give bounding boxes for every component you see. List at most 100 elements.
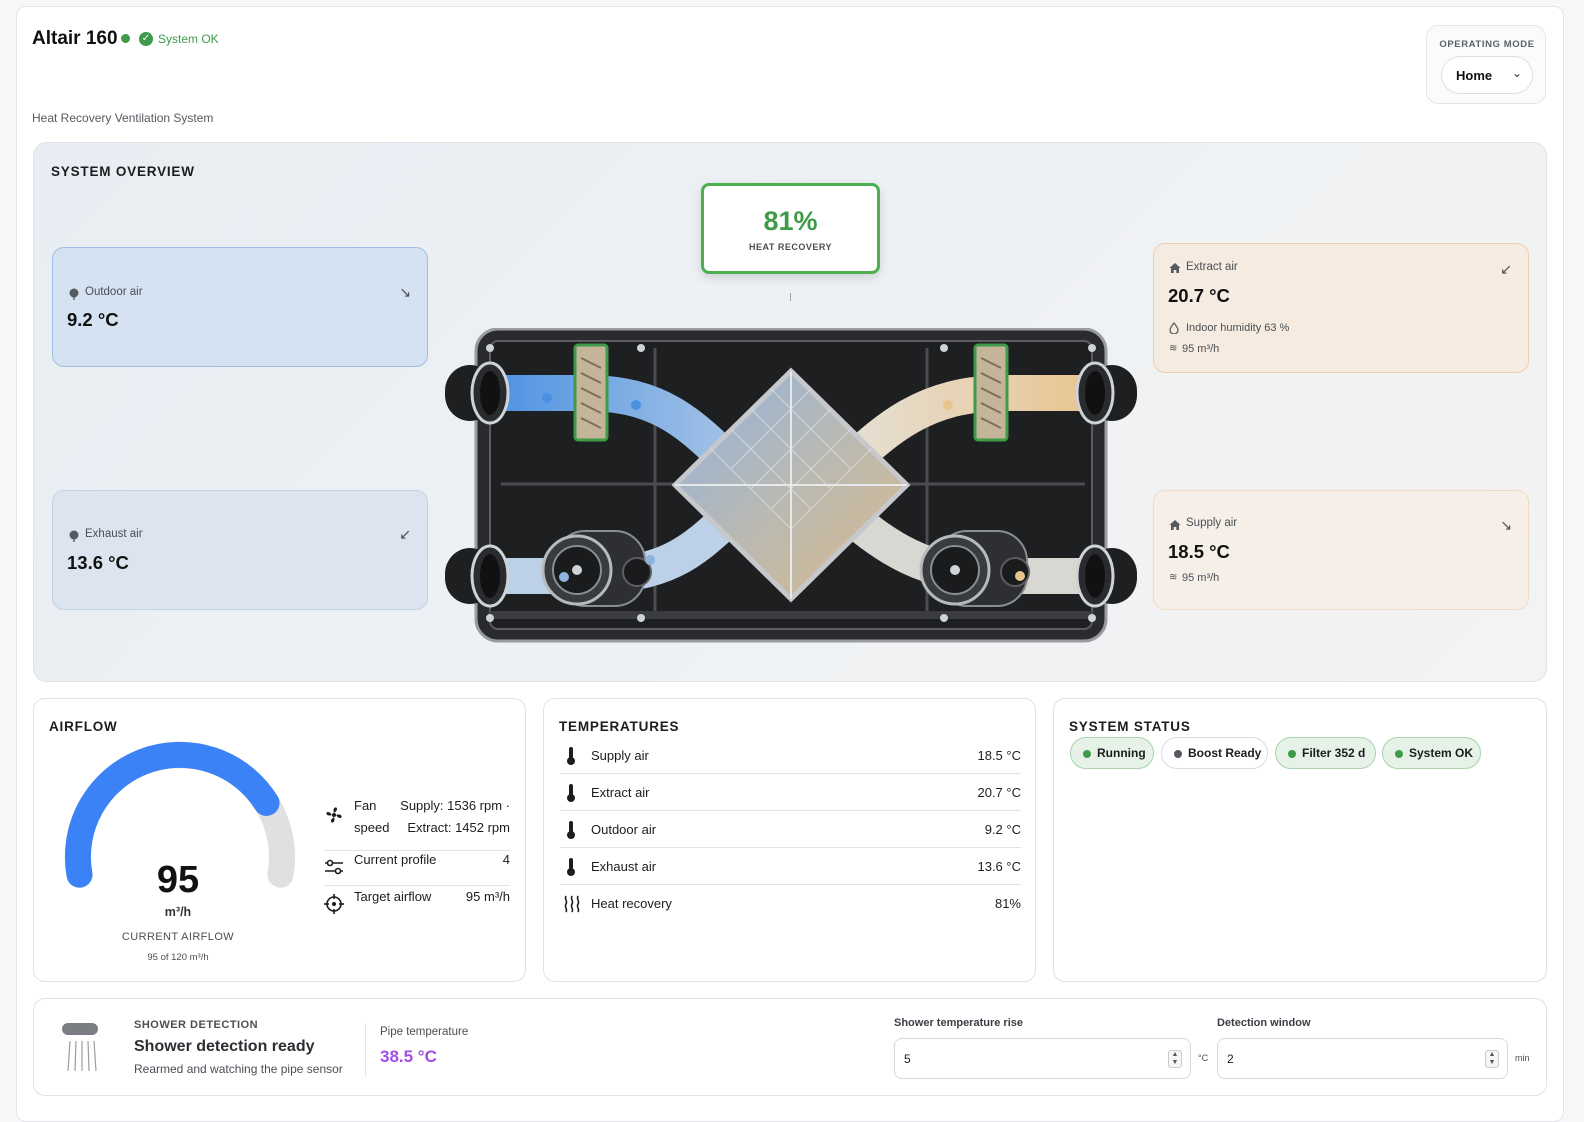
- outdoor-air-name: Outdoor air: [85, 286, 143, 298]
- temperature-row: Exhaust air 13.6 °C: [560, 848, 1021, 885]
- status-chip-label: Boost Ready: [1188, 746, 1262, 760]
- target-airflow-value: 95 m³/h: [465, 889, 510, 904]
- current-profile-row: Current profile 4: [324, 849, 510, 886]
- extract-air-flow: 95 m³/h: [1182, 343, 1220, 355]
- temperature-name: Heat recovery: [591, 896, 672, 911]
- operating-mode-label: OPERATING MODE: [1439, 39, 1535, 50]
- shower-detection-label: SHOWER DETECTION: [134, 1019, 259, 1031]
- operating-mode-value: Home: [1456, 68, 1493, 83]
- supply-air-flow: 95 m³/h: [1182, 572, 1220, 584]
- target-airflow-row: Target airflow 95 m³/h: [324, 886, 510, 923]
- supply-air-temp: 18.5 °C: [1168, 541, 1230, 562]
- temperature-value: 81%: [994, 896, 1021, 911]
- thermometer-icon: [567, 784, 575, 802]
- airflow-card: AIRFLOW 95 m³/h CURRENT AIRFLOW 95 of 12…: [33, 698, 526, 982]
- system-overview-panel: SYSTEM OVERVIEW Outdoor air ↘ 9.2 °C Exh…: [33, 142, 1547, 682]
- home-icon: [1169, 520, 1181, 530]
- temperatures-card: TEMPERATURES Supply air 18.5 °C Extract …: [543, 698, 1036, 982]
- temperature-name: Extract air: [591, 785, 650, 800]
- target-airflow-label: Target airflow: [354, 889, 432, 904]
- pipe-temperature-label: Pipe temperature: [380, 1026, 469, 1038]
- temperature-list: Supply air 18.5 °C Extract air 20.7 °C O…: [544, 737, 1037, 927]
- heat-waves-icon: [564, 895, 580, 913]
- status-chip-running[interactable]: Running: [1070, 737, 1154, 769]
- indoor-humidity: Indoor humidity 63 %: [1186, 322, 1290, 334]
- temperature-value: 9.2 °C: [984, 822, 1021, 837]
- thermometer-icon: [567, 821, 575, 839]
- status-chip-label: Running: [1097, 746, 1146, 760]
- temperatures-title: TEMPERATURES: [559, 719, 680, 734]
- outdoor-air-card[interactable]: Outdoor air ↘ 9.2 °C: [52, 247, 428, 367]
- temperature-row: Outdoor air 9.2 °C: [560, 811, 1021, 848]
- fan-icon: [326, 807, 342, 823]
- exhaust-air-name: Exhaust air: [85, 528, 143, 540]
- outdoor-air-temp: 9.2 °C: [67, 309, 119, 330]
- exhaust-air-card[interactable]: Exhaust air ↙ 13.6 °C: [52, 490, 428, 610]
- status-chip-system-ok[interactable]: System OK: [1382, 737, 1481, 769]
- detection-window-value: 2: [1227, 1052, 1234, 1066]
- fan-supply-rpm: Supply: 1536 rpm ·: [400, 798, 510, 813]
- detection-window-label: Detection window: [1217, 1017, 1311, 1029]
- status-dot: [1288, 750, 1296, 758]
- status-chip-label: Filter 352 d: [1302, 746, 1366, 760]
- thermometer-icon: [567, 747, 575, 765]
- temperature-row: Supply air 18.5 °C: [560, 737, 1021, 774]
- crosshair-icon: [324, 894, 344, 914]
- heat-recovery-value: 81%: [763, 206, 818, 236]
- connector-line: [790, 293, 791, 301]
- detection-window-input[interactable]: 2 ▲ ▼: [1217, 1038, 1508, 1079]
- temperature-value: 18.5 °C: [977, 748, 1021, 763]
- supply-air-name: Supply air: [1186, 517, 1238, 529]
- thermometer-icon: [567, 858, 575, 876]
- airflow-title: AIRFLOW: [49, 719, 118, 734]
- airflow-range: 95 of 120 m³/h: [147, 952, 209, 963]
- shower-rise-input[interactable]: 5 ▲ ▼: [894, 1038, 1191, 1079]
- page-title: Altair 160: [32, 28, 118, 49]
- arrow-down-right-icon: ↘: [1500, 517, 1512, 533]
- wind-icon: ≋: [1169, 572, 1178, 583]
- status-dot: [1395, 750, 1403, 758]
- status-chip-filter[interactable]: Filter 352 d: [1275, 737, 1376, 769]
- heat-recovery-box: 81% HEAT RECOVERY: [701, 183, 880, 274]
- tree-icon: [69, 288, 79, 300]
- shower-detection-title: Shower detection ready: [134, 1038, 315, 1055]
- fan-speed-row: Fan speed Supply: 1536 rpm · Extract: 14…: [324, 795, 510, 851]
- droplet-icon: [1169, 322, 1179, 334]
- extract-air-card[interactable]: Extract air ↙ 20.7 °C Indoor humidity 63…: [1153, 243, 1529, 373]
- temperature-name: Outdoor air: [591, 822, 657, 837]
- shower-detection-panel: SHOWER DETECTION Shower detection ready …: [33, 998, 1547, 1096]
- wind-icon: ≋: [1169, 343, 1178, 354]
- shower-icon: [62, 1023, 98, 1072]
- current-airflow-label: CURRENT AIRFLOW: [121, 931, 235, 943]
- status-dot: [1083, 750, 1091, 758]
- operating-mode-select[interactable]: Home ⌄: [1441, 56, 1533, 94]
- supply-air-card[interactable]: Supply air ↘ 18.5 °C ≋ 95 m³/h: [1153, 490, 1529, 610]
- arrow-down-left-icon: ↙: [399, 526, 411, 542]
- sliders-icon: [325, 859, 343, 875]
- shower-detection-subtitle: Rearmed and watching the pipe sensor: [134, 1062, 343, 1076]
- operating-mode-card: OPERATING MODE Home ⌄: [1426, 25, 1546, 104]
- chevron-down-icon: ⌄: [1511, 66, 1522, 80]
- temperature-row: Heat recovery 81%: [560, 885, 1021, 922]
- shower-rise-value: 5: [904, 1052, 911, 1066]
- temperature-value: 20.7 °C: [977, 785, 1021, 800]
- stepper-icon[interactable]: ▲ ▼: [1485, 1050, 1499, 1068]
- temperature-value: 13.6 °C: [977, 859, 1021, 874]
- status-chip-boost-ready[interactable]: Boost Ready: [1161, 737, 1268, 769]
- heat-recovery-label: HEAT RECOVERY: [748, 242, 832, 252]
- temperature-name: Exhaust air: [591, 859, 657, 874]
- page-subtitle: Heat Recovery Ventilation System: [32, 111, 214, 125]
- stepper-icon[interactable]: ▲ ▼: [1168, 1050, 1182, 1068]
- fan-extract-rpm: Extract: 1452 rpm: [407, 820, 510, 835]
- system-overview-title: SYSTEM OVERVIEW: [51, 164, 195, 179]
- online-indicator: [121, 34, 130, 43]
- current-airflow-value: 95: [156, 859, 200, 901]
- fan-speed-label-2: speed: [354, 820, 390, 835]
- divider: [365, 1023, 366, 1077]
- hrv-unit-illustration: [445, 328, 1137, 643]
- temperature-row: Extract air 20.7 °C: [560, 774, 1021, 811]
- system-status-text: System OK: [158, 32, 219, 46]
- extract-air-temp: 20.7 °C: [1168, 285, 1230, 306]
- status-dot: [1174, 750, 1182, 758]
- status-chip-label: System OK: [1409, 746, 1474, 760]
